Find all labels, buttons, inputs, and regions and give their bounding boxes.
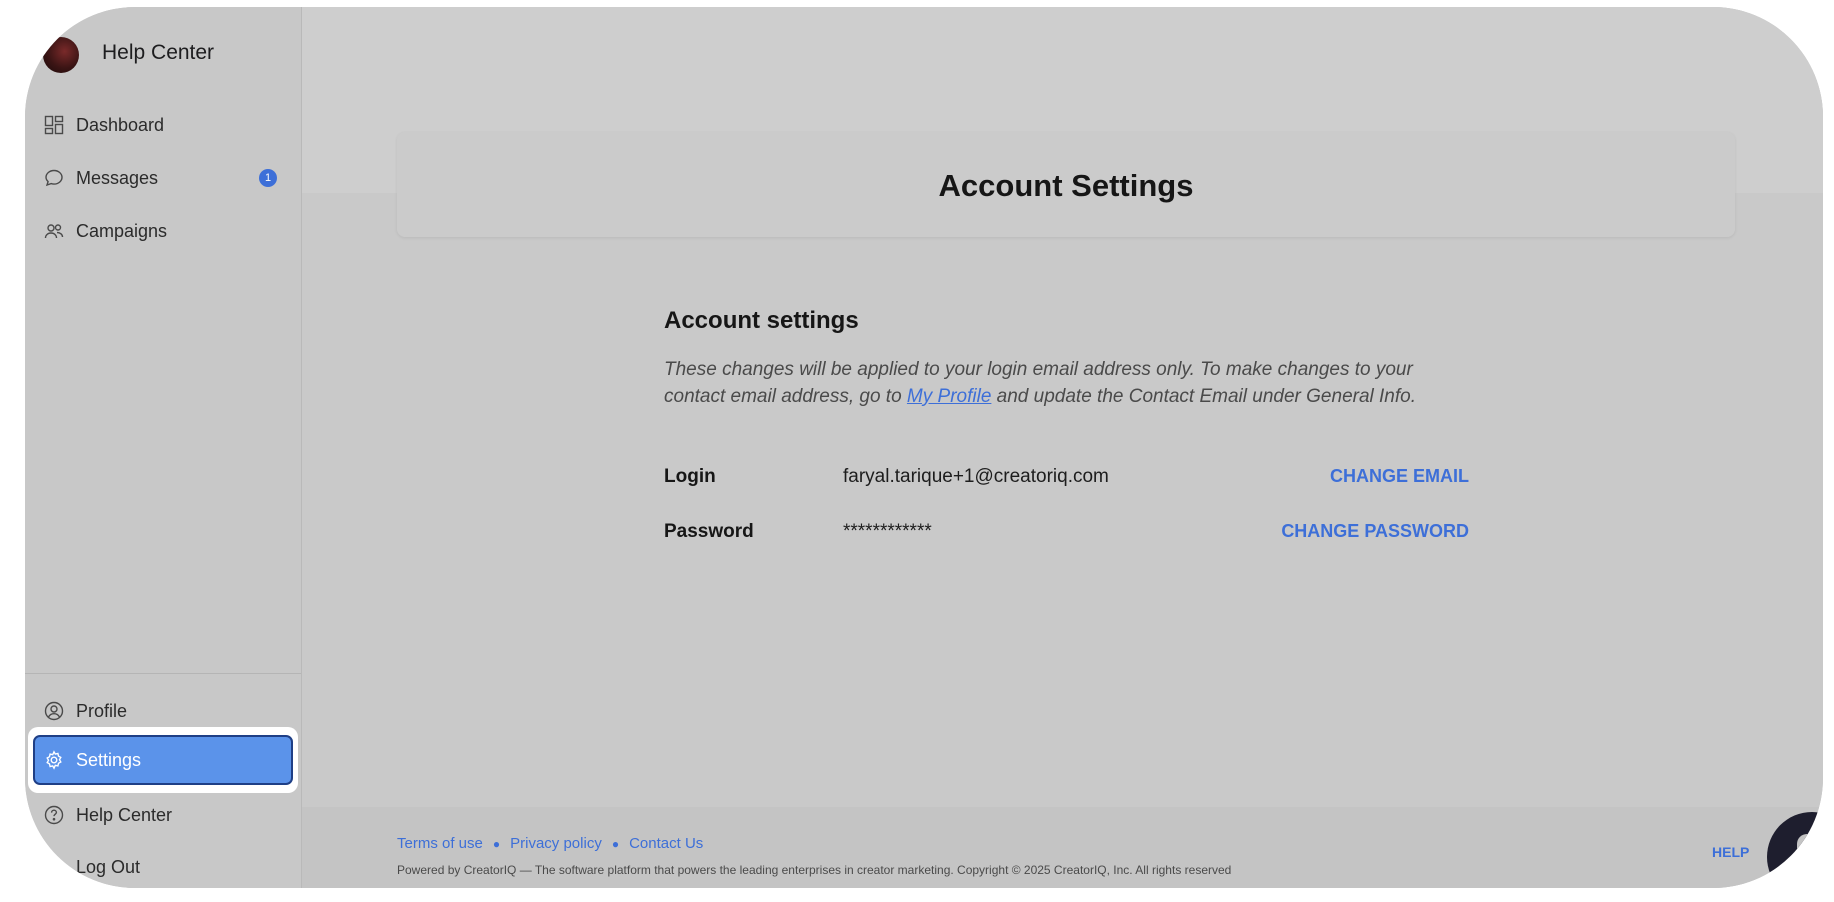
help-link[interactable]: HELP <box>1712 844 1749 860</box>
sidebar-item-campaigns[interactable]: Campaigns <box>25 209 301 253</box>
footer-links: Terms of use ● Privacy policy ● Contact … <box>397 835 703 852</box>
description-text: and update the Contact Email under Gener… <box>991 386 1416 407</box>
terms-link[interactable]: Terms of use <box>397 835 483 852</box>
brand-title: Help Center <box>102 41 215 64</box>
separator-dot: ● <box>492 836 501 851</box>
sidebar-item-settings[interactable]: Settings <box>25 738 301 782</box>
sidebar-item-label: Help Center <box>76 804 173 825</box>
sidebar-divider <box>25 673 301 674</box>
chat-widget-button[interactable] <box>1767 812 1823 888</box>
unread-badge: 1 <box>259 169 277 187</box>
main-content: Account Settings Account settings These … <box>302 7 1823 888</box>
password-value: ************ <box>843 521 932 542</box>
section-title: Account settings <box>664 307 859 334</box>
sidebar-item-label: Campaigns <box>76 220 168 241</box>
logout-icon <box>44 857 64 877</box>
login-row: Login faryal.tarique+1@creatoriq.com CHA… <box>664 462 1469 492</box>
gear-icon <box>44 750 64 770</box>
sidebar-item-label: Settings <box>76 749 142 770</box>
sidebar-item-dashboard[interactable]: Dashboard <box>25 103 301 147</box>
section-description: These changes will be applied to your lo… <box>664 356 1469 410</box>
page-title: Account Settings <box>938 168 1194 203</box>
my-profile-link[interactable]: My Profile <box>907 386 991 407</box>
copyright-text: Powered by CreatorIQ — The software plat… <box>397 863 1232 877</box>
sidebar-item-label: Log Out <box>76 856 141 877</box>
brand-avatar <box>43 37 79 73</box>
sidebar: Help Center Dashboard Messages 1 Campaig… <box>25 7 302 888</box>
dashboard-icon <box>44 115 64 135</box>
login-email-value: faryal.tarique+1@creatoriq.com <box>843 466 1109 487</box>
users-icon <box>44 221 64 241</box>
privacy-link[interactable]: Privacy policy <box>510 835 602 852</box>
chat-bubble-icon <box>1797 834 1823 864</box>
page-header: Account Settings <box>397 132 1735 237</box>
sidebar-item-help-center[interactable]: Help Center <box>25 793 301 837</box>
help-circle-icon <box>44 805 64 825</box>
sidebar-item-label: Profile <box>76 700 128 721</box>
login-label: Login <box>664 466 716 487</box>
password-row: Password ************ CHANGE PASSWORD <box>664 517 1469 547</box>
contact-link[interactable]: Contact Us <box>629 835 703 852</box>
sidebar-item-messages[interactable]: Messages 1 <box>25 156 301 200</box>
sidebar-item-label: Dashboard <box>76 114 165 135</box>
message-icon <box>44 168 64 188</box>
separator-dot: ● <box>611 836 620 851</box>
app-window: Help Center Dashboard Messages 1 Campaig… <box>25 7 1823 888</box>
user-circle-icon <box>44 701 64 721</box>
sidebar-item-label: Messages <box>76 167 159 188</box>
sidebar-item-logout[interactable]: Log Out <box>25 845 301 888</box>
change-email-button[interactable]: CHANGE EMAIL <box>1330 466 1469 487</box>
change-password-button[interactable]: CHANGE PASSWORD <box>1281 521 1469 542</box>
password-label: Password <box>664 521 754 542</box>
footer: Terms of use ● Privacy policy ● Contact … <box>302 807 1823 888</box>
